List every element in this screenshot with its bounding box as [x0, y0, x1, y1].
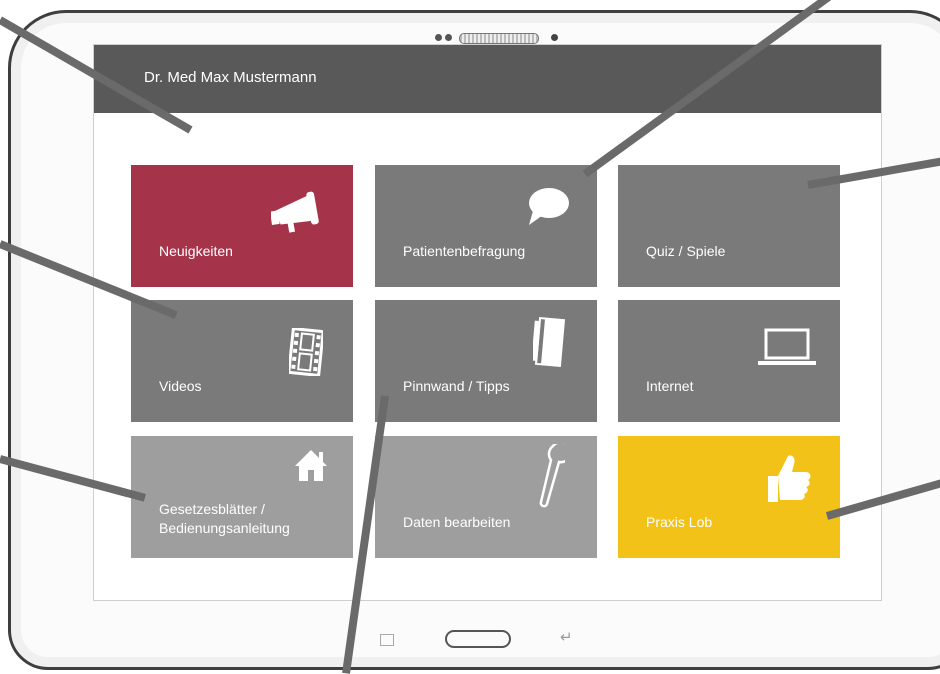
doctor-name-title: Dr. Med Max Mustermann	[144, 69, 317, 86]
tile-label: Videos	[159, 378, 202, 394]
tile-label: Neuigkeiten	[159, 243, 233, 259]
tablet-navbar: ↵	[360, 625, 600, 655]
tile-neuigkeiten[interactable]: Neuigkeiten	[131, 165, 353, 287]
tile-praxis-lob[interactable]: Praxis Lob	[618, 436, 840, 558]
tile-label: Quiz / Spiele	[646, 243, 726, 259]
tile-label: Internet	[646, 378, 694, 394]
back-arrow-icon[interactable]: ↵	[560, 628, 573, 646]
tile-pinnwand-tipps[interactable]: Pinnwand / Tipps	[375, 300, 597, 422]
tile-gesetzesblaetter[interactable]: Gesetzesblätter / Bedienungsanleitung	[131, 436, 353, 558]
speech-bubble-icon	[525, 187, 569, 227]
tile-label-line2: Bedienungsanleitung	[159, 520, 290, 536]
tile-patientenbefragung[interactable]: Patientenbefragung	[375, 165, 597, 287]
tile-label-line1: Gesetzesblätter /	[159, 501, 265, 517]
tile-daten-bearbeiten[interactable]: Daten bearbeiten	[375, 436, 597, 558]
film-icon	[289, 328, 323, 376]
recent-apps-icon[interactable]	[380, 634, 394, 646]
tile-label: Pinnwand / Tipps	[403, 378, 510, 394]
tablet-camera	[429, 31, 569, 45]
tile-label-group: Gesetzesblätter / Bedienungsanleitung	[159, 500, 290, 538]
tile-quiz-spiele[interactable]: Quiz / Spiele	[618, 165, 840, 287]
thumbs-up-icon	[766, 454, 812, 504]
app-header: Dr. Med Max Mustermann	[94, 45, 881, 113]
home-icon	[293, 448, 329, 482]
app-screen: Dr. Med Max Mustermann Neuigkeiten Patie…	[93, 44, 882, 601]
laptop-icon	[758, 328, 816, 368]
notebook-icon	[533, 316, 567, 368]
tile-label: Daten bearbeiten	[403, 514, 511, 530]
tile-label: Patientenbefragung	[403, 243, 526, 259]
tile-internet[interactable]: Internet	[618, 300, 840, 422]
megaphone-icon	[271, 185, 329, 235]
tile-videos[interactable]: Videos	[131, 300, 353, 422]
tile-label: Praxis Lob	[646, 514, 713, 530]
home-button-icon[interactable]	[445, 630, 511, 648]
wrench-icon	[535, 444, 565, 508]
